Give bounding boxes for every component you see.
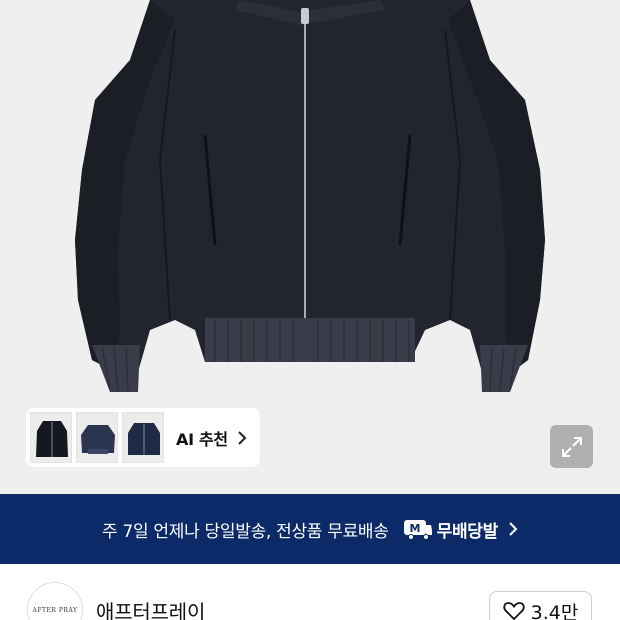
heart-icon [503,602,525,620]
expand-button[interactable] [550,425,593,468]
dark-jacket-thumb[interactable] [30,412,72,463]
ai-recommend-button[interactable]: AI 추천 [26,408,260,467]
delivery-banner[interactable]: 주 7일 언제나 당일발송, 전상품 무료배송 M 무배당발 [0,494,620,564]
product-image[interactable]: AI 추천 [0,0,620,494]
navy-bomber-thumb[interactable] [76,412,118,463]
delivery-banner-text: 주 7일 언제나 당일발송, 전상품 무료배송 [102,521,389,542]
delivery-truck-icon: M [403,520,432,540]
like-button[interactable]: 3.4만 [489,591,592,620]
navy-jacket-thumb[interactable] [122,412,164,463]
like-count: 3.4만 [530,601,579,620]
brand-name[interactable]: 애프터프레이 [96,596,205,620]
svg-text:M: M [409,522,420,535]
brand-logo-text: AFTER PRAY [32,606,78,614]
free-delivery-badge: M 무배당발 [403,517,498,542]
ai-recommend-label: AI 추천 [176,429,228,449]
free-delivery-label: 무배당발 [436,521,499,542]
chevron-right-icon [238,430,247,445]
chevron-right-icon [509,522,518,536]
expand-icon [561,436,582,457]
